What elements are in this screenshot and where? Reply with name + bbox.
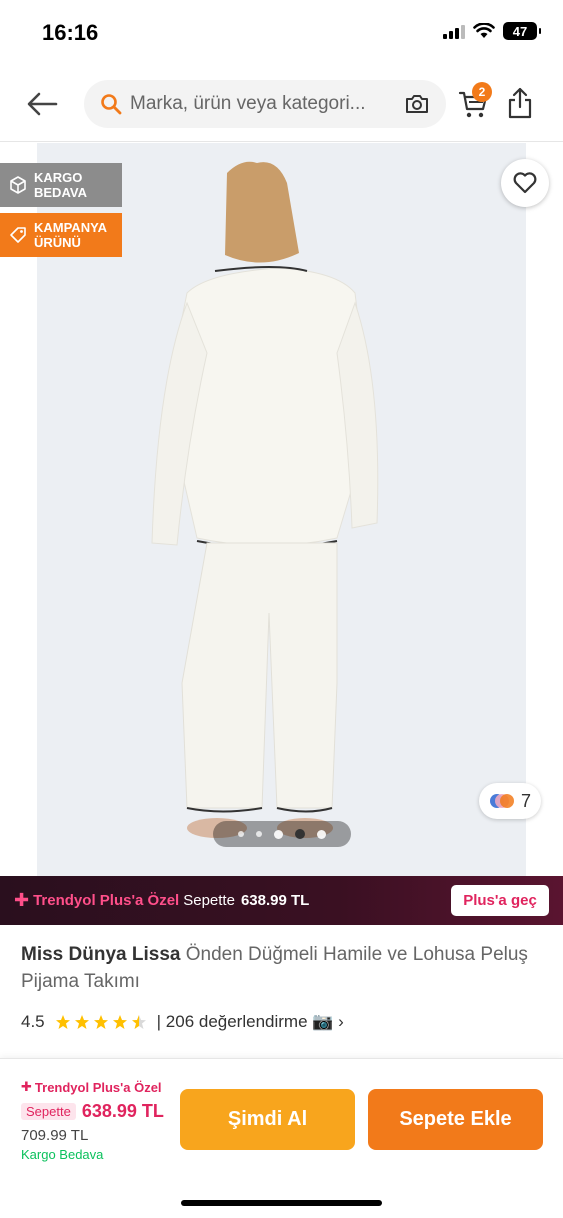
bottom-plus-price: 638.99 TL — [81, 1101, 164, 1121]
status-bar: 16:16 47 — [0, 0, 563, 70]
plus-title: ✚ Trendyol Plus'a Özel — [14, 890, 179, 911]
gallery-dot[interactable] — [295, 829, 305, 839]
plus-upgrade-button[interactable]: Plus'a geç — [451, 885, 549, 916]
search-input[interactable] — [130, 93, 392, 115]
search-icon — [101, 94, 122, 115]
color-swatch-icon — [489, 794, 514, 808]
buy-now-button[interactable]: Şimdi Al — [180, 1089, 355, 1150]
battery-icon: 47 — [503, 22, 541, 40]
product-title: Miss Dünya Lissa Önden Düğmeli Hamile ve… — [21, 941, 541, 995]
star-icon — [93, 1015, 108, 1029]
bottom-shipping-label: Kargo Bedava — [21, 1147, 104, 1162]
plus-icon: ✚ — [14, 890, 30, 910]
gallery-pagination[interactable] — [213, 821, 351, 847]
favorite-button[interactable] — [501, 159, 549, 207]
cart-count-badge: 2 — [472, 82, 492, 102]
rating-value: 4.5 — [21, 1012, 45, 1031]
plus-icon: ✚ — [21, 1079, 32, 1094]
heart-icon — [513, 172, 537, 194]
wifi-icon — [473, 23, 495, 38]
bottom-purchase-bar: ✚ Trendyol Plus'a Özel Sepette 638.99 TL… — [0, 1058, 563, 1218]
gallery-dot[interactable] — [238, 831, 244, 837]
back-arrow-icon[interactable] — [24, 88, 60, 120]
rating-stars — [55, 1014, 147, 1030]
free-shipping-badge: KARGO BEDAVA — [0, 163, 122, 207]
search-bar[interactable] — [84, 80, 446, 128]
bottom-regular-price: 709.99 TL — [21, 1127, 89, 1144]
product-brand[interactable]: Miss Dünya Lissa — [21, 944, 180, 965]
reviews-link[interactable]: | 206 değerlendirme 📷 › — [157, 1012, 344, 1032]
plus-price: 638.99 TL — [240, 892, 310, 909]
free-shipping-label: KARGO BEDAVA — [34, 170, 87, 200]
star-icon — [131, 1015, 146, 1029]
plus-sepette-label: Sepette — [183, 892, 235, 909]
box-icon — [10, 176, 26, 194]
tag-icon — [10, 227, 26, 243]
plus-title-label: Trendyol Plus'a Özel — [33, 892, 180, 909]
color-variants-button[interactable]: 7 — [479, 783, 541, 819]
color-count: 7 — [520, 790, 531, 811]
add-to-cart-button[interactable]: Sepete Ekle — [368, 1089, 543, 1150]
plus-promo-bar: ✚ Trendyol Plus'a Özel Sepette 638.99 TL… — [0, 876, 563, 925]
cellular-signal-icon — [443, 23, 465, 39]
bottom-price-row: Sepette 638.99 TL — [21, 1101, 164, 1122]
gallery-dot[interactable] — [274, 829, 283, 839]
campaign-badge: KAMPANYA ÜRÜNÜ — [0, 213, 122, 257]
bottom-plus-label: Trendyol Plus'a Özel — [34, 1079, 162, 1095]
rating-row[interactable]: 4.5 | 206 değerlendirme 📷 › — [21, 1012, 344, 1032]
star-icon — [55, 1015, 70, 1029]
camera-search-icon[interactable] — [404, 93, 430, 115]
header: 2 — [0, 70, 563, 142]
share-icon[interactable] — [506, 86, 534, 120]
gallery-dot[interactable] — [256, 831, 262, 837]
status-time: 16:16 — [42, 20, 99, 45]
status-icons: 47 — [443, 22, 541, 40]
campaign-label: KAMPANYA ÜRÜNÜ — [34, 220, 107, 250]
star-icon — [112, 1015, 127, 1029]
home-indicator[interactable] — [181, 1200, 382, 1206]
product-gallery[interactable]: KARGO BEDAVA KAMPANYA ÜRÜNÜ 7 — [0, 143, 563, 876]
bottom-plus-title: ✚ Trendyol Plus'a Özel — [21, 1079, 162, 1095]
star-icon — [74, 1015, 89, 1029]
gallery-dot[interactable] — [317, 829, 326, 839]
bottom-sepette-tag: Sepette — [21, 1103, 76, 1120]
